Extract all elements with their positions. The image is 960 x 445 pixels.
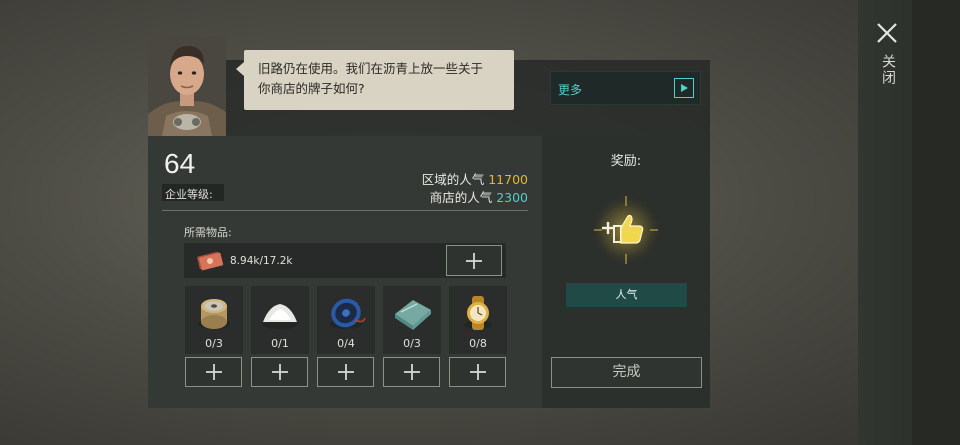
add-glass-sheets-button[interactable] (383, 357, 440, 387)
item-count: 0/1 (271, 337, 289, 350)
dialog-line-2: 你商店的牌子如何? (258, 81, 365, 96)
item-count: 0/3 (205, 337, 223, 350)
item-count: 0/8 (469, 337, 487, 350)
more-button-label: 更多 (558, 83, 583, 97)
glass-sheets-icon (395, 300, 431, 330)
plus-icon (469, 364, 486, 380)
play-icon (674, 78, 694, 98)
white-powder-icon (262, 304, 298, 329)
enterprise-level-label: 企业等级: (162, 184, 224, 201)
region-popularity-value: 11700 (488, 172, 528, 187)
money-requirement-row: 8.94k/17.2k (184, 243, 506, 278)
reward-tag: 人气 (566, 283, 687, 307)
required-items-label: 所需物品: (184, 226, 232, 239)
shop-popularity-label: 商店的人气 (429, 190, 493, 205)
reward-title: 奖励: (610, 154, 642, 169)
add-money-button[interactable] (446, 245, 502, 276)
region-popularity: 区域的人气 11700 (422, 169, 528, 188)
add-cable-reel-button[interactable] (317, 357, 374, 387)
plus-icon (466, 252, 482, 269)
close-icon (877, 23, 897, 43)
npc-dialog-bubble: 旧路仍在使用。我们在沥青上放一些关于 你商店的牌子如何? (236, 50, 514, 110)
reward-icon-container (586, 190, 666, 270)
item-slot-white-powder[interactable]: 0/1 (251, 286, 309, 354)
gold-watch-icon (464, 296, 492, 330)
close-button[interactable] (872, 18, 902, 48)
enterprise-level-value: 64 (164, 148, 196, 179)
complete-button[interactable]: 完成 (551, 357, 702, 388)
side-strip-edge (912, 0, 960, 445)
add-gold-watch-button[interactable] (449, 357, 506, 387)
more-button[interactable]: 更多 (550, 71, 701, 105)
plus-icon (205, 364, 222, 380)
plus-icon (337, 364, 354, 380)
dialog-line-1: 旧路仍在使用。我们在沥青上放一些关于 (258, 61, 484, 76)
item-count: 0/3 (403, 337, 421, 350)
item-slot-gold-watch[interactable]: 0/8 (449, 286, 507, 354)
item-slot-wire-spool[interactable]: 0/3 (185, 286, 243, 354)
add-wire-spool-button[interactable] (185, 357, 242, 387)
shop-popularity: 商店的人气 2300 (430, 187, 528, 206)
npc-portrait (148, 36, 226, 136)
thumbs-up-icon (588, 192, 664, 268)
divider (162, 210, 528, 211)
cash-bundle-icon (197, 251, 224, 271)
item-count: 0/4 (337, 337, 355, 350)
plus-icon (271, 364, 288, 380)
item-slot-glass-sheets[interactable]: 0/3 (383, 286, 441, 354)
cable-reel-icon (330, 298, 366, 329)
add-white-powder-button[interactable] (251, 357, 308, 387)
plus-icon (403, 364, 420, 380)
item-slot-cable-reel[interactable]: 0/4 (317, 286, 375, 354)
money-progress: 8.94k/17.2k (230, 255, 293, 267)
region-popularity-label: 区域的人气 (421, 172, 485, 187)
close-label[interactable]: 关闭 (878, 54, 898, 86)
shop-popularity-value: 2300 (496, 190, 528, 205)
wire-spool-icon (198, 299, 230, 329)
